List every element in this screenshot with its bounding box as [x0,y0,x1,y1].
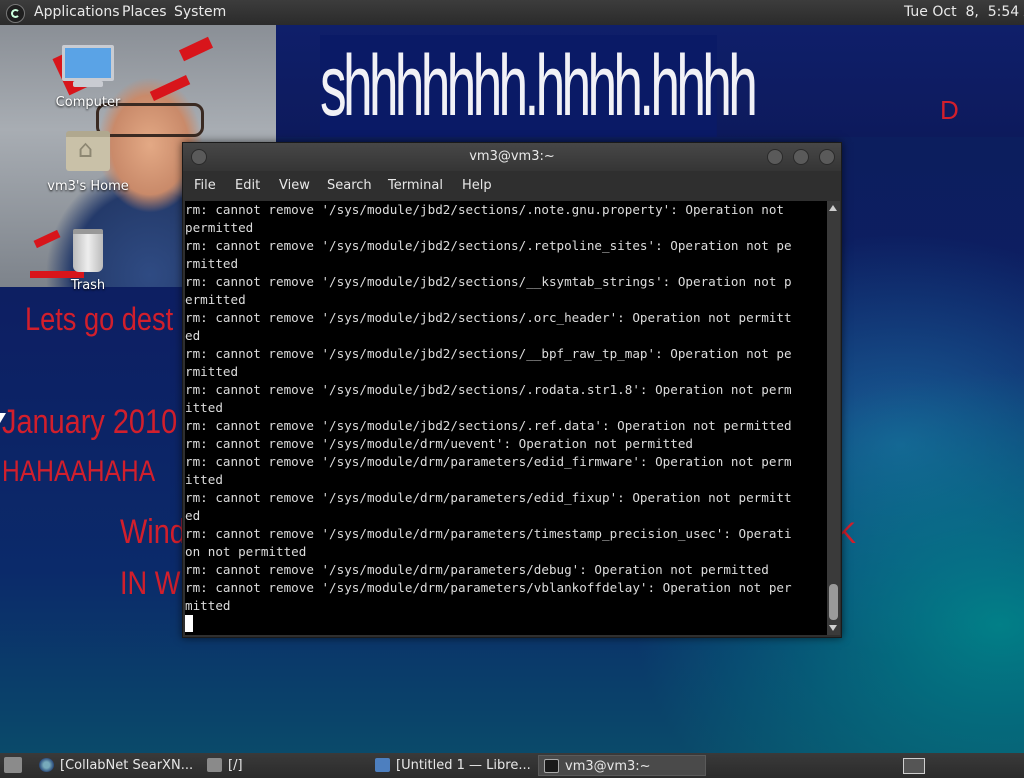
taskbar-item-terminal[interactable]: vm3@vm3:~ [538,755,706,776]
terminal-line: rm: cannot remove '/sys/module/jbd2/sect… [185,238,792,253]
terminal-line: rm: cannot remove '/sys/module/jbd2/sect… [185,418,792,433]
terminal-line: rm: cannot remove '/sys/module/jbd2/sect… [185,274,792,289]
menu-system[interactable]: System [174,0,226,25]
wallpaper-red-mark [178,36,214,62]
wallpaper-red-mark [149,75,191,101]
trash-icon [73,229,103,272]
maximize-button[interactable] [793,149,809,165]
terminal-line: rm: cannot remove '/sys/module/jbd2/sect… [185,202,784,217]
terminal-line: ed [185,328,201,343]
menu-search[interactable]: Search [327,171,372,201]
terminal-line: rm: cannot remove '/sys/module/drm/param… [185,490,792,505]
terminal-line: mitted [185,598,231,613]
workspace-switcher[interactable] [903,758,925,774]
terminal-window: vm3@vm3:~ File Edit View Search Terminal… [182,142,842,638]
menu-applications[interactable]: Applications [34,0,120,25]
menu-edit[interactable]: Edit [235,171,260,201]
terminal-line: rm: cannot remove '/sys/module/drm/param… [185,580,792,595]
wallpaper-red-text: Wind [120,513,186,551]
desktop-icon-home[interactable]: vm3's Home [43,131,133,194]
taskbar-item-label: vm3@vm3:~ [565,759,651,774]
terminal-line: ermitted [185,292,246,307]
desktop-icon-trash[interactable]: Trash [43,229,133,293]
menu-places[interactable]: Places [122,0,167,25]
mouse-cursor-icon [0,413,6,423]
taskbar-item-writer[interactable]: [Untitled 1 — Libre... [370,755,534,776]
desktop-icon-label: Computer [55,95,121,110]
menu-view[interactable]: View [279,171,310,201]
minimize-button[interactable] [767,149,783,165]
home-folder-icon [66,131,110,171]
desktop-icon-label: vm3's Home [47,179,129,194]
wallpaper-red-text: Lets go dest [25,301,174,337]
terminal-titlebar[interactable]: vm3@vm3:~ [183,143,841,171]
wallpaper-red-text: HAHAAHAHA [2,455,156,488]
desktop-icon-computer[interactable]: Computer [43,45,133,110]
terminal-output[interactable]: rm: cannot remove '/sys/module/jbd2/sect… [185,201,827,635]
terminal-line: rm: cannot remove '/sys/module/jbd2/sect… [185,382,792,397]
terminal-line: ed [185,508,201,523]
terminal-line: permitted [185,220,254,235]
wallpaper-red-text: January 2010 [2,403,178,441]
terminal-scrollbar[interactable] [827,201,840,635]
scrollbar-thumb[interactable] [829,584,838,620]
terminal-line: rm: cannot remove '/sys/module/drm/param… [185,562,769,577]
folder-icon [207,758,222,772]
taskbar-item-label: [Untitled 1 — Libre... [396,758,531,773]
terminal-text: rm: cannot remove '/sys/module/jbd2/sect… [185,201,827,633]
window-menu-button[interactable] [191,149,207,165]
menu-help[interactable]: Help [462,171,492,201]
terminal-line: itted [185,472,223,487]
top-panel: Applications Places System Tue Oct 8, 5:… [0,0,1024,25]
wallpaper-red-text-fragment: D [940,95,959,125]
wallpaper-red-text: IN W [120,565,181,601]
bottom-panel: [CollabNet SearXN... [/] [Untitled 1 — L… [0,753,1024,778]
terminal-line: itted [185,400,223,415]
document-icon [375,758,390,772]
gnome-foot-icon[interactable] [6,4,25,23]
desktop-icon-label: Trash [70,278,106,293]
terminal-line: rm: cannot remove '/sys/module/drm/param… [185,454,792,469]
terminal-line: rm: cannot remove '/sys/module/drm/param… [185,526,792,541]
taskbar-item-label: [/] [228,758,243,773]
terminal-prompt-line [185,615,827,633]
scroll-down-icon[interactable] [829,625,837,631]
terminal-line: rmitted [185,364,239,379]
terminal-line: rmitted [185,256,239,271]
text-cursor [185,615,193,632]
computer-icon [62,45,114,87]
show-desktop-icon[interactable] [4,757,22,773]
terminal-line: rm: cannot remove '/sys/module/jbd2/sect… [185,346,792,361]
terminal-line: on not permitted [185,544,307,559]
terminal-title: vm3@vm3:~ [469,149,555,164]
menu-terminal[interactable]: Terminal [388,171,443,201]
close-button[interactable] [819,149,835,165]
scroll-up-icon[interactable] [829,205,837,211]
terminal-icon [544,759,559,773]
taskbar-item-files[interactable]: [/] [202,755,362,776]
taskbar-item-browser[interactable]: [CollabNet SearXN... [34,755,198,776]
browser-icon [39,758,54,772]
taskbar-item-label: [CollabNet SearXN... [60,758,194,773]
wallpaper-banner-text: shhhhhhh.hhhh.hhhh [320,35,758,137]
clock[interactable]: Tue Oct 8, 5:54 AM [904,0,1024,25]
terminal-line: rm: cannot remove '/sys/module/jbd2/sect… [185,310,792,325]
terminal-line: rm: cannot remove '/sys/module/drm/ueven… [185,436,693,451]
menu-file[interactable]: File [194,171,216,201]
terminal-menubar: File Edit View Search Terminal Help [183,171,841,201]
